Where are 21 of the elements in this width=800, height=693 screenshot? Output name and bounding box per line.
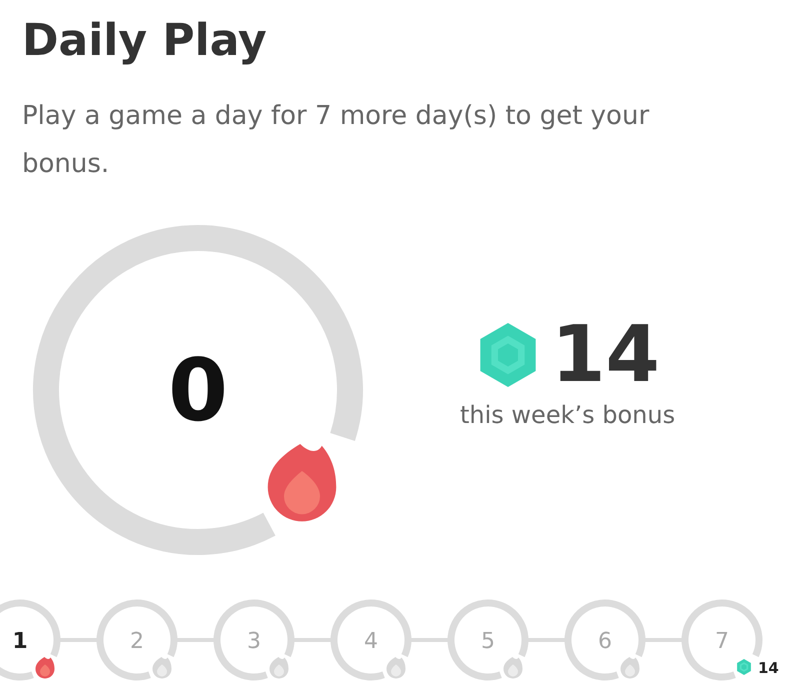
day-number: 6 [598,629,612,654]
gem-icon [737,659,751,675]
connector-line [177,638,214,642]
description-text: Play a game a day for 7 more day(s) to get your bonus. [22,100,650,181]
day-number: 5 [481,629,495,654]
bonus-caption: this week’s bonus [460,400,676,428]
day-number: 7 [715,629,729,654]
bonus-amount: 14 [551,312,660,396]
page-title: Daily Play [22,14,268,68]
day-number: 2 [130,629,144,654]
day-number: 1 [12,629,28,654]
day-number: 3 [247,629,261,654]
connector-line [645,638,682,642]
connector-line [60,638,97,642]
day-number: 4 [364,629,378,654]
connector-line [528,638,565,642]
connector-line [411,638,448,642]
connector-line [294,638,331,642]
streak-count: 0 [168,341,228,441]
reward-amount: 14 [758,659,779,677]
gem-icon [480,322,536,386]
